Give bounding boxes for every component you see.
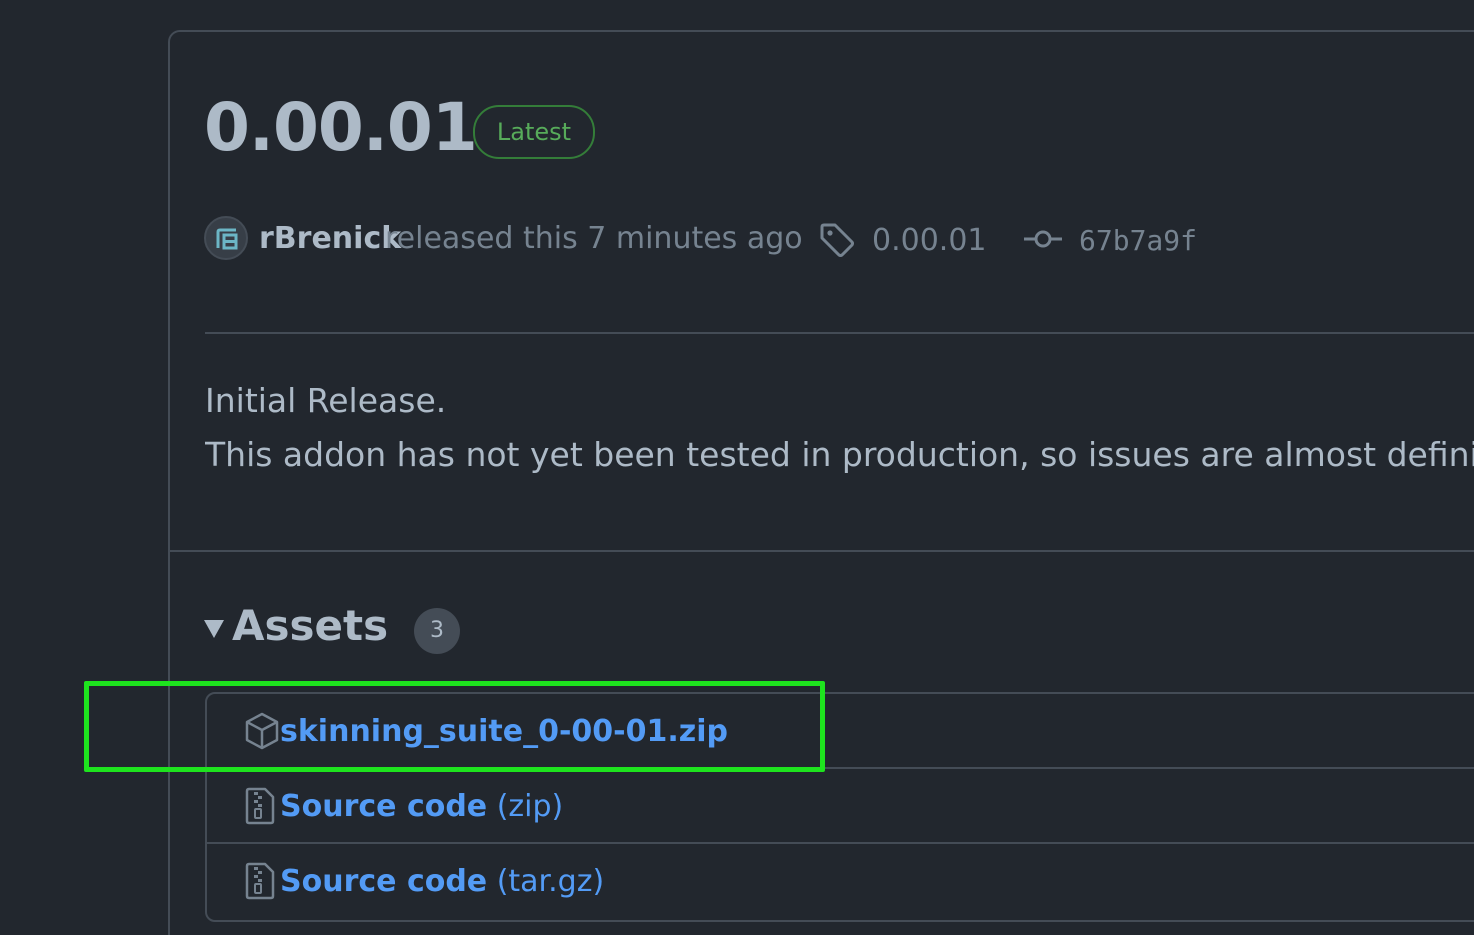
author-link[interactable]: rBrenick <box>259 214 401 264</box>
asset-suffix: (zip) <box>487 789 564 824</box>
asset-download-link[interactable]: Source code (tar.gz) <box>280 844 604 919</box>
commit-link[interactable]: 67b7a9f <box>1079 216 1197 266</box>
file-zip-icon <box>245 787 275 825</box>
tag-link[interactable]: 0.00.01 <box>872 216 987 266</box>
released-time: released this 7 minutes ago <box>385 221 803 256</box>
assets-toggle[interactable]: Assets 3 <box>204 598 604 658</box>
assets-divider <box>170 550 1474 552</box>
release-title[interactable]: 0.00.01 <box>204 88 478 168</box>
asset-download-link[interactable]: skinning_suite_0-00-01.zip <box>280 694 728 769</box>
asset-row: Source code (zip) <box>207 769 1474 844</box>
commit-icon <box>1024 230 1062 248</box>
asset-row: Source code (tar.gz) <box>207 844 1474 919</box>
avatar[interactable] <box>204 216 248 260</box>
asset-suffix: (tar.gz) <box>487 864 605 899</box>
header-divider <box>205 332 1474 334</box>
release-meta: rBrenick released this 7 minutes ago 0.0… <box>204 214 1474 264</box>
notes-line-2: This addon has not yet been tested in pr… <box>205 435 1474 474</box>
assets-title: Assets <box>232 601 389 650</box>
notes-line-1: Initial Release. <box>205 381 447 420</box>
asset-row: skinning_suite_0-00-01.zip <box>207 694 1474 769</box>
file-zip-icon <box>245 862 275 900</box>
caret-down-icon <box>204 620 224 638</box>
release-notes: Initial Release. This addon has not yet … <box>205 374 1474 482</box>
avatar-logo-icon <box>216 228 238 250</box>
tag-icon <box>820 223 854 257</box>
assets-list: skinning_suite_0-00-01.zip Source code (… <box>205 692 1474 922</box>
package-icon <box>245 712 279 750</box>
asset-download-link[interactable]: Source code (zip) <box>280 769 563 844</box>
asset-name: Source code <box>280 864 488 899</box>
latest-badge: Latest <box>473 105 595 159</box>
asset-name: skinning_suite_0-00-01.zip <box>280 714 728 749</box>
release-page: 0.00.01 Latest rBrenick released this 7 … <box>0 0 1474 935</box>
assets-count-badge: 3 <box>414 608 460 654</box>
asset-name: Source code <box>280 789 488 824</box>
